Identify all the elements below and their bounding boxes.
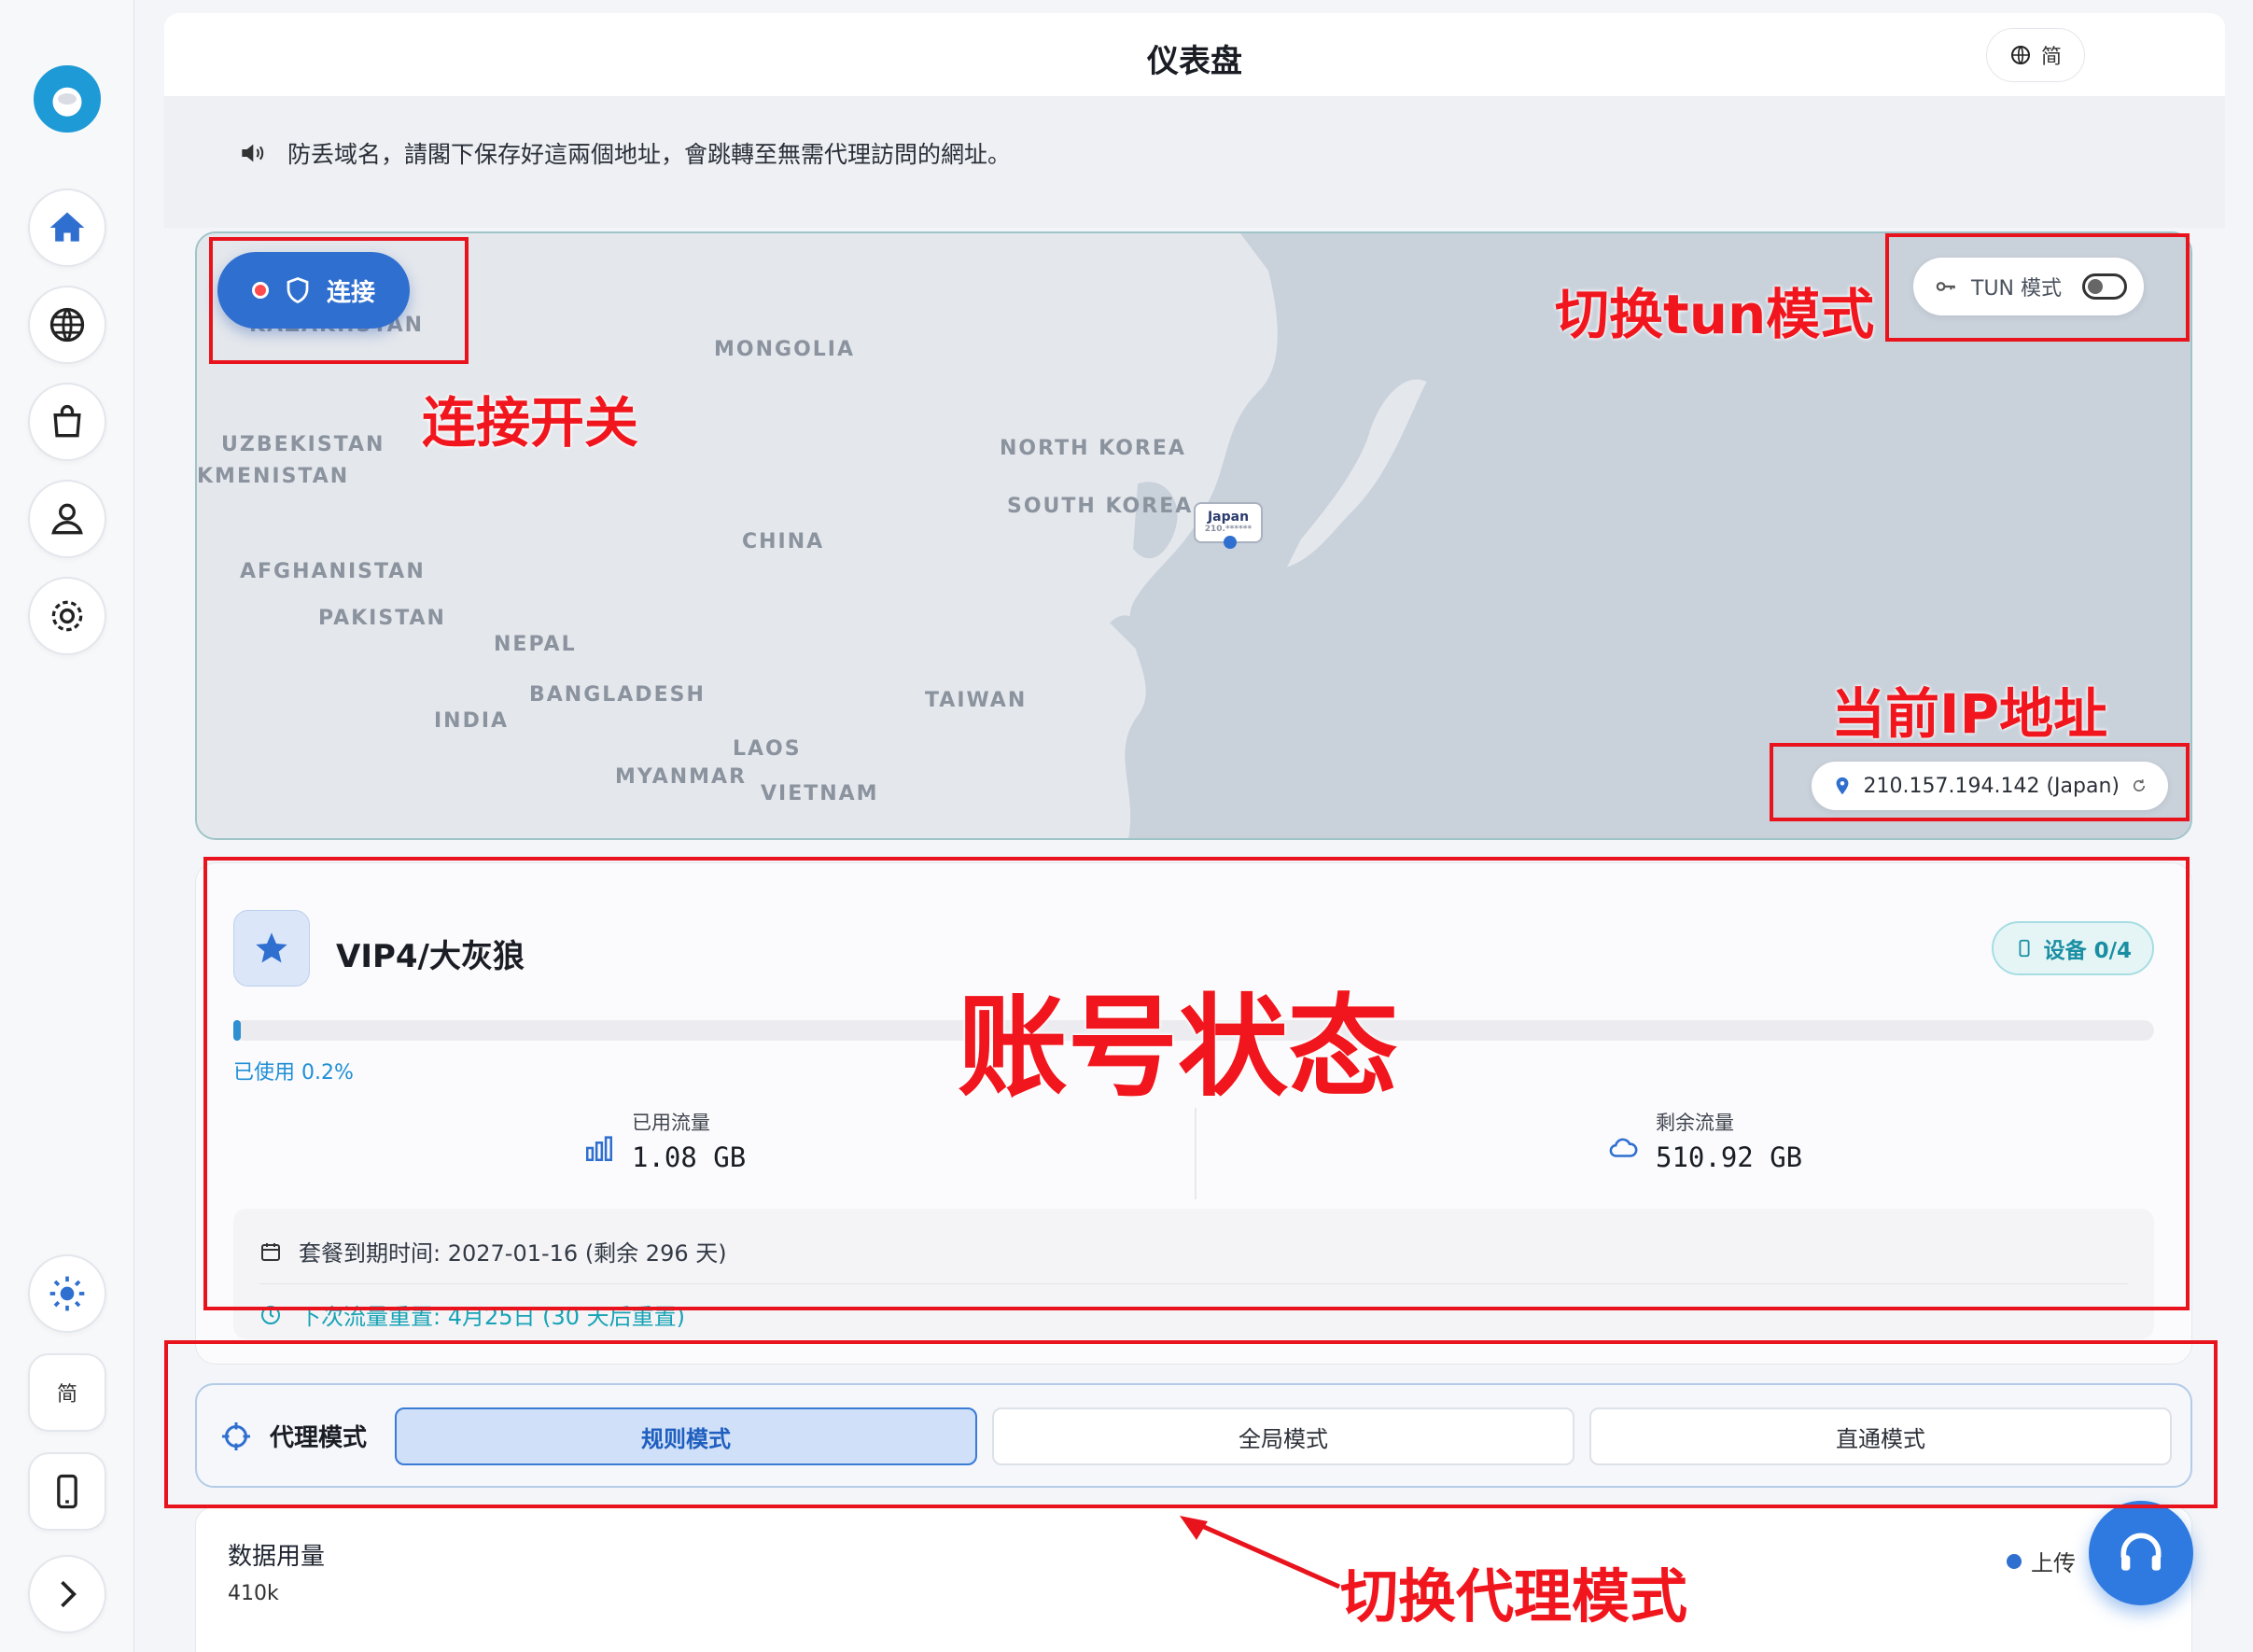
customer-support-button[interactable] xyxy=(2089,1501,2193,1605)
map-label: MONGOLIA xyxy=(714,338,855,361)
map-label: MYANMAR xyxy=(615,765,748,789)
location-marker-dot xyxy=(1224,536,1237,549)
chevron-right-icon xyxy=(61,1580,77,1608)
map-label: KMENISTAN xyxy=(197,465,350,488)
map-label: INDIA xyxy=(434,709,510,733)
globe-icon xyxy=(49,307,85,343)
mobile-device-button[interactable] xyxy=(28,1452,106,1531)
annotation-box-connect xyxy=(209,237,469,364)
upload-legend-label: 上传 xyxy=(2031,1550,2076,1576)
map-label: NEPAL xyxy=(494,633,577,656)
user-icon xyxy=(51,503,83,535)
map-label: UZBEKISTAN xyxy=(221,433,385,456)
map-label: LAOS xyxy=(733,737,802,761)
map-label: TAIWAN xyxy=(925,689,1028,712)
nav-home-button[interactable] xyxy=(28,189,106,267)
chart-legend: 上传 xyxy=(2007,1545,2076,1577)
annotation-box-proxy xyxy=(164,1340,2218,1508)
shopping-bag-icon xyxy=(53,404,81,438)
home-icon xyxy=(49,212,85,242)
nav-shop-button[interactable] xyxy=(28,383,106,461)
marker-country: Japan xyxy=(1207,510,1250,525)
annotation-account: 账号状态 xyxy=(958,983,1399,1112)
sun-icon xyxy=(49,1276,85,1311)
language-switch-button[interactable]: 简 xyxy=(1985,28,2085,82)
phone-icon xyxy=(57,1474,77,1509)
annotation-box-ip xyxy=(1770,743,2190,821)
annotation-tun: 切换tun模式 xyxy=(1555,283,1875,346)
marker-ip: 210.****** xyxy=(1204,525,1252,534)
theme-toggle-button[interactable] xyxy=(28,1254,106,1333)
speaker-icon xyxy=(242,144,264,162)
app-window: 简 仪表盘 简 防丢域名，請閣下保存好這兩個地址，會跳轉至無需代理訪問的網址。 xyxy=(0,0,2253,1652)
data-usage-axis-label: 410k xyxy=(228,1582,279,1605)
sidebar-language-button[interactable]: 简 xyxy=(28,1353,106,1432)
nav-settings-button[interactable] xyxy=(28,577,106,655)
map-label: AFGHANISTAN xyxy=(240,560,426,583)
map-label: BANGLADESH xyxy=(529,683,706,707)
nav-nodes-button[interactable] xyxy=(28,286,106,364)
sidebar: 简 xyxy=(0,0,134,1652)
announcement-bar: 防丢域名，請閣下保存好這兩個地址，會跳轉至無需代理訪問的網址。 xyxy=(164,97,2225,228)
gear-icon xyxy=(51,600,83,632)
annotation-proxy: 切换代理模式 xyxy=(1340,1562,1688,1631)
annotation-connect: 连接开关 xyxy=(422,391,639,455)
expand-sidebar-button[interactable] xyxy=(28,1555,106,1633)
language-label: 简 xyxy=(56,1383,77,1407)
headset-icon xyxy=(2120,1533,2162,1571)
data-usage-title: 数据用量 xyxy=(228,1543,326,1571)
app-logo xyxy=(34,65,101,133)
map-label: NORTH KOREA xyxy=(1000,437,1186,460)
language-switch-label: 简 xyxy=(2040,46,2062,69)
annotation-box-tun xyxy=(1885,233,2190,342)
annotation-arrow xyxy=(1180,1516,1341,1589)
map-label: SOUTH KOREA xyxy=(1007,495,1194,518)
map-label: VIETNAM xyxy=(761,782,879,805)
map-label: PAKISTAN xyxy=(318,607,446,630)
globe-icon xyxy=(2010,46,2030,64)
upload-legend-dot xyxy=(2007,1553,2022,1569)
top-bar: 仪表盘 简 xyxy=(164,13,2225,97)
map-label: CHINA xyxy=(742,530,825,553)
page-title: 仪表盘 xyxy=(1147,43,1242,80)
nav-profile-button[interactable] xyxy=(28,480,106,558)
annotation-ip: 当前IP地址 xyxy=(1831,682,2108,746)
announcement-text: 防丢域名，請閣下保存好這兩個地址，會跳轉至無需代理訪問的網址。 xyxy=(287,141,1012,168)
